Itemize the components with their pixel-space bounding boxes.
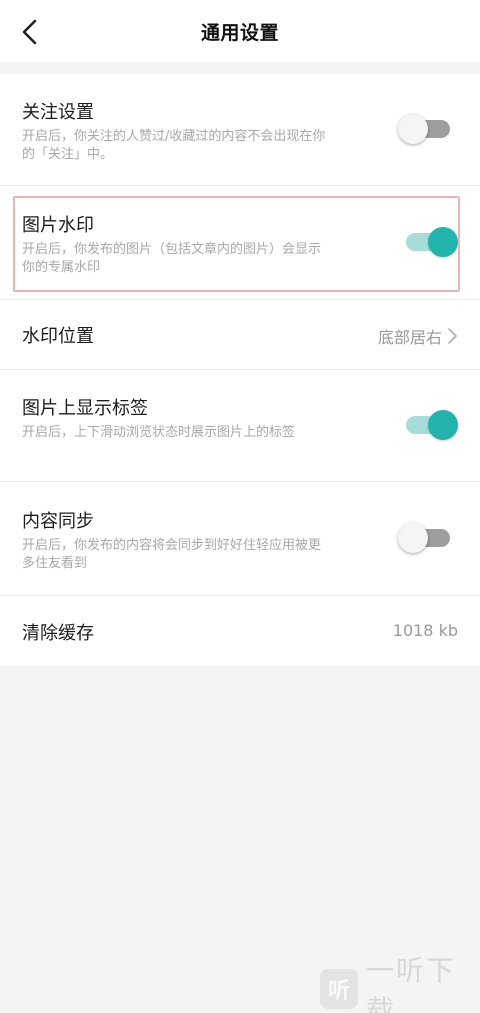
chevron-left-icon [22, 19, 37, 45]
setting-image-tags: 图片上显示标签 开启后，上下滑动浏览状态时展示图片上的标签 [0, 370, 480, 482]
toggle-knob [428, 410, 458, 440]
setting-image-tags-desc: 开启后，上下滑动浏览状态时展示图片上的标签 [22, 425, 296, 440]
watermark-toggle[interactable] [406, 227, 458, 257]
follow-toggle[interactable] [398, 114, 450, 144]
watermark-position-text: 底部居右 [377, 328, 442, 347]
site-watermark: 听 一听下载 [320, 954, 480, 1013]
setting-follow-label: 关注设置 [22, 102, 94, 123]
setting-follow-desc: 开启后，你关注的人赞过/收藏过的内容不会出现在你的「关注」中。 [22, 129, 326, 162]
setting-clear-cache[interactable]: 清除缓存 1018 kb [0, 596, 480, 666]
chevron-right-icon [448, 328, 457, 344]
header-divider [0, 62, 480, 74]
setting-content-sync-desc: 开启后，你发布的内容将会同步到好好住轻应用被更多住友看到 [22, 538, 322, 571]
setting-watermark: 图片水印 开启后，你发布的图片（包括文章内的图片）会显示你的专属水印 [0, 186, 480, 300]
cache-size-value: 1018 kb [392, 621, 458, 640]
toggle-knob [398, 523, 428, 553]
setting-image-tags-label: 图片上显示标签 [22, 398, 148, 419]
setting-watermark-desc: 开启后，你发布的图片（包括文章内的图片）会显示你的专属水印 [22, 242, 322, 275]
ting-logo-icon: 听 [320, 969, 358, 1009]
setting-clear-cache-label: 清除缓存 [22, 623, 94, 644]
setting-content-sync-label: 内容同步 [22, 511, 94, 532]
setting-watermark-position[interactable]: 水印位置 底部居右 [0, 300, 480, 370]
settings-list: 关注设置 开启后，你关注的人赞过/收藏过的内容不会出现在你的「关注」中。 图片水… [0, 74, 480, 666]
top-bar: 通用设置 [0, 0, 480, 62]
settings-screen: 通用设置 关注设置 开启后，你关注的人赞过/收藏过的内容不会出现在你的「关注」中… [0, 0, 480, 1013]
setting-watermark-label: 图片水印 [22, 215, 94, 236]
setting-content-sync: 内容同步 开启后，你发布的内容将会同步到好好住轻应用被更多住友看到 [0, 482, 480, 596]
watermark-text: 一听下载 [366, 954, 457, 1013]
image-tags-toggle[interactable] [406, 410, 458, 440]
toggle-knob [398, 114, 428, 144]
page-title: 通用设置 [200, 21, 279, 44]
toggle-knob [428, 227, 458, 257]
watermark-position-value: 底部居右 [378, 324, 458, 348]
back-button[interactable] [10, 12, 50, 52]
setting-watermark-position-label: 水印位置 [22, 326, 94, 347]
content-sync-toggle[interactable] [398, 523, 450, 553]
setting-follow: 关注设置 开启后，你关注的人赞过/收藏过的内容不会出现在你的「关注」中。 [0, 74, 480, 186]
